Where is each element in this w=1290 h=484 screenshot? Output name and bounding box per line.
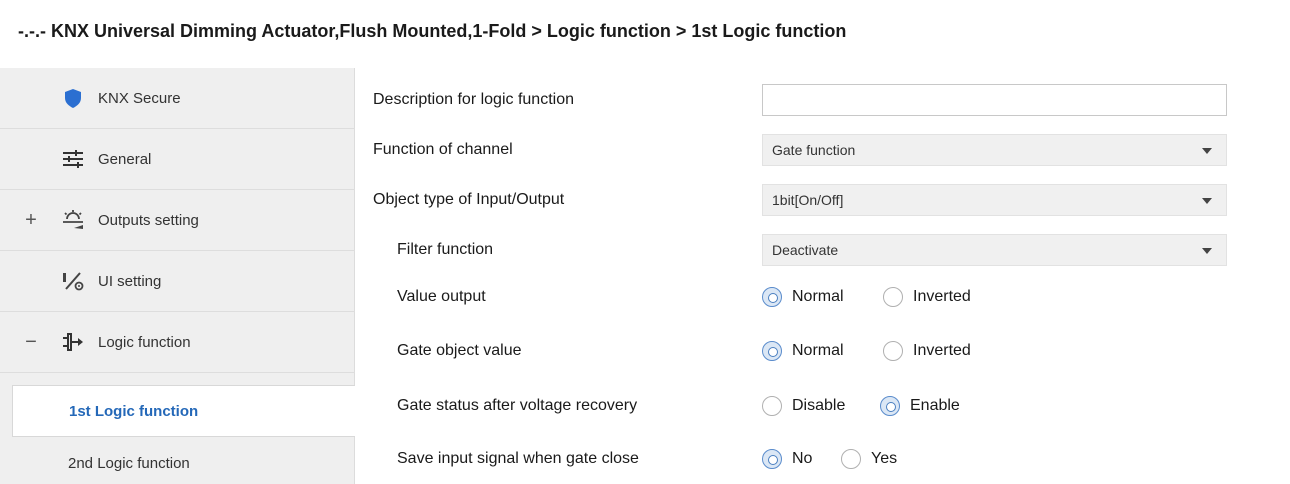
param-row-object-type: Object type of Input/Output 1bit[On/Off]	[355, 180, 1290, 220]
dropdown-value: 1bit[On/Off]	[772, 192, 844, 208]
parameter-panel: Description for logic function Function …	[355, 68, 1290, 484]
radio-circle	[841, 449, 861, 469]
outputs-icon	[63, 210, 83, 229]
param-row-filter-function: Filter function Deactivate	[355, 230, 1290, 270]
sidebar-item-label: General	[98, 151, 152, 168]
filter-function-dropdown[interactable]: Deactivate	[762, 234, 1227, 266]
sidebar-item-label: UI setting	[98, 273, 162, 290]
radio-label: Inverted	[913, 288, 971, 305]
param-row-save-input: Save input signal when gate close No Yes	[355, 439, 1290, 479]
sidebar-subitem-label: 1st Logic function	[69, 403, 199, 420]
param-label: Function of channel	[373, 141, 513, 158]
ui-setting-icon	[63, 272, 84, 291]
sidebar-subitem-label: 2nd Logic function	[68, 455, 190, 472]
radio-circle	[883, 341, 903, 361]
param-row-value-output: Value output Normal Inverted	[355, 277, 1290, 317]
radio-label: No	[792, 450, 813, 467]
param-label: Filter function	[397, 241, 494, 258]
sidebar: KNX Secure General + Outputs setting UI …	[0, 68, 355, 484]
chevron-down-icon	[1202, 198, 1212, 204]
param-row-gate-object-value: Gate object value Normal Inverted	[355, 331, 1290, 371]
sidebar-item-general[interactable]: General	[0, 129, 355, 190]
dropdown-value: Deactivate	[772, 242, 839, 258]
radio-label: Normal	[792, 342, 844, 359]
param-row-description: Description for logic function	[355, 80, 1290, 120]
sidebar-subitem-1st-logic-function[interactable]: 1st Logic function	[12, 385, 355, 437]
radio-label: Disable	[792, 397, 846, 414]
logic-icon	[63, 333, 83, 351]
radio-circle	[762, 449, 782, 469]
param-label: Object type of Input/Output	[373, 191, 565, 208]
radio-circle	[762, 341, 782, 361]
param-label: Description for logic function	[373, 91, 574, 108]
description-input[interactable]	[762, 84, 1227, 116]
sidebar-item-label: Logic function	[98, 334, 191, 351]
expand-icon[interactable]: +	[22, 190, 40, 251]
object-type-dropdown[interactable]: 1bit[On/Off]	[762, 184, 1227, 216]
radio-label: Inverted	[913, 342, 971, 359]
param-label: Gate status after voltage recovery	[397, 397, 638, 414]
param-row-gate-status: Gate status after voltage recovery Disab…	[355, 386, 1290, 426]
param-row-function-of-channel: Function of channel Gate function	[355, 130, 1290, 170]
sidebar-item-label: Outputs setting	[98, 212, 199, 229]
sidebar-subitem-2nd-logic-function[interactable]: 2nd Logic function	[0, 438, 355, 484]
collapse-icon[interactable]: −	[22, 312, 40, 373]
dropdown-value: Gate function	[772, 142, 856, 158]
param-label: Gate object value	[397, 342, 522, 359]
sidebar-item-logic-function[interactable]: − Logic function	[0, 312, 355, 373]
radio-label: Yes	[871, 450, 898, 467]
sidebar-item-outputs-setting[interactable]: + Outputs setting	[0, 190, 355, 251]
radio-circle	[762, 396, 782, 416]
radio-label: Enable	[910, 397, 960, 414]
radio-circle	[762, 287, 782, 307]
param-label: Value output	[397, 288, 486, 305]
radio-circle	[880, 396, 900, 416]
function-of-channel-dropdown[interactable]: Gate function	[762, 134, 1227, 166]
chevron-down-icon	[1202, 148, 1212, 154]
param-label: Save input signal when gate close	[397, 450, 639, 467]
sliders-icon	[63, 150, 83, 168]
radio-label: Normal	[792, 288, 844, 305]
shield-icon	[65, 89, 81, 108]
radio-circle	[883, 287, 903, 307]
sidebar-item-label: KNX Secure	[98, 90, 181, 107]
chevron-down-icon	[1202, 248, 1212, 254]
sidebar-item-ui-setting[interactable]: UI setting	[0, 251, 355, 312]
sidebar-item-knx-secure[interactable]: KNX Secure	[0, 68, 355, 129]
breadcrumb: -.-.- KNX Universal Dimming Actuator,Flu…	[0, 0, 1290, 68]
